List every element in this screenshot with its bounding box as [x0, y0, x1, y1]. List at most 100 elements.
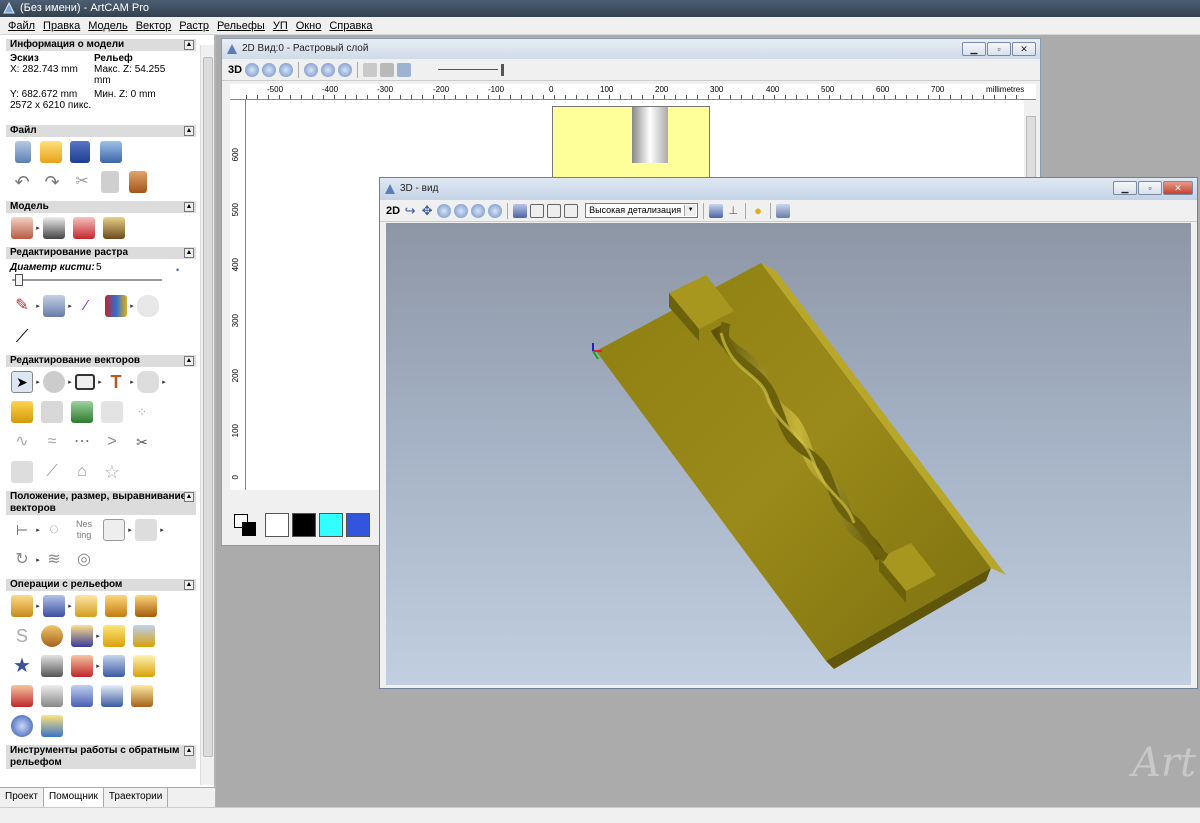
position-section-header[interactable]: Положение, размер, выравнивание векторов…: [6, 491, 196, 515]
menu-raster[interactable]: Растр: [175, 20, 213, 32]
trim-icon[interactable]: ✂: [131, 431, 153, 453]
text-tool-icon[interactable]: T: [105, 371, 127, 393]
copy-icon[interactable]: [101, 171, 119, 193]
relief-column-icon[interactable]: [41, 685, 63, 707]
color-palette-icon[interactable]: [105, 295, 127, 317]
palette-swatch-white[interactable]: [265, 513, 289, 537]
brush-slider-thumb[interactable]: [15, 274, 23, 286]
fill-bucket-icon[interactable]: [43, 295, 65, 317]
relief-knife-icon[interactable]: [101, 685, 123, 707]
paint-pen-icon[interactable]: ✎: [11, 295, 33, 317]
zoom-in-icon[interactable]: [245, 62, 260, 77]
primary-secondary-color-icon[interactable]: [232, 512, 262, 538]
dropdown-arrow-icon[interactable]: ▸: [161, 378, 167, 386]
maximize-icon[interactable]: ▫: [1138, 181, 1162, 195]
dropdown-arrow-icon[interactable]: ▸: [35, 602, 41, 610]
menu-vector[interactable]: Вектор: [132, 20, 176, 32]
plane-icon[interactable]: [43, 595, 65, 617]
mirror-icon[interactable]: ⌂: [71, 461, 93, 483]
close-icon[interactable]: ✕: [1012, 42, 1036, 56]
picture-icon[interactable]: [103, 217, 125, 239]
spiral-icon[interactable]: ◎: [73, 549, 95, 571]
undo-icon[interactable]: ↶: [11, 171, 33, 193]
smooth-icon[interactable]: ≈: [41, 431, 63, 453]
relief-ops-header[interactable]: Операции с рельефом ▲: [6, 579, 196, 591]
collapse-icon[interactable]: ▲: [184, 580, 194, 590]
cut-icon[interactable]: ✂: [71, 171, 93, 193]
viewport-3d[interactable]: [386, 223, 1191, 685]
window-3d-titlebar[interactable]: 3D - вид ▁ ▫ ✕: [380, 178, 1197, 200]
dropdown-arrow-icon[interactable]: ▸: [127, 526, 133, 534]
star-icon[interactable]: ☆: [101, 461, 123, 483]
menu-toolpaths[interactable]: УП: [269, 20, 292, 32]
shape-editor-icon[interactable]: [11, 595, 33, 617]
shade-icon[interactable]: [397, 62, 412, 77]
collapse-icon[interactable]: ▲: [184, 40, 194, 50]
panel-scrollbar-thumb[interactable]: [203, 57, 213, 757]
palette-swatch-cyan[interactable]: [319, 513, 343, 537]
panel-scrollbar[interactable]: [200, 45, 214, 785]
relief-combine-icon[interactable]: [135, 595, 157, 617]
line-draw-icon[interactable]: ⟋: [11, 325, 33, 347]
light-bulb-icon[interactable]: ●: [751, 203, 765, 218]
collapse-icon[interactable]: ▲: [184, 746, 194, 756]
zoom-box-icon[interactable]: [471, 203, 486, 218]
bitmap-to-vector-icon[interactable]: [71, 401, 93, 423]
render-settings-icon[interactable]: [709, 203, 724, 218]
close-icon[interactable]: ✕: [1163, 181, 1193, 195]
dropdown-arrow-icon[interactable]: ▸: [35, 526, 41, 534]
collapse-icon[interactable]: ▲: [184, 248, 194, 258]
new-file-icon[interactable]: [15, 141, 31, 163]
file-section-header[interactable]: Файл ▲: [6, 125, 196, 137]
side-view-icon[interactable]: [547, 203, 562, 218]
zoom-out-icon[interactable]: [454, 203, 469, 218]
contrast-slider-track[interactable]: [438, 69, 499, 70]
dropdown-arrow-icon[interactable]: ▸: [159, 526, 165, 534]
tab-toolpaths[interactable]: Траектории: [104, 788, 169, 807]
offset-vector-icon[interactable]: [101, 401, 123, 423]
redo-icon[interactable]: ↷: [41, 171, 63, 193]
relief-export-icon[interactable]: [41, 715, 63, 737]
eyedropper-icon[interactable]: ⁄: [75, 295, 97, 317]
raster-edit-header[interactable]: Редактирование растра ▲: [6, 247, 196, 259]
align-icon[interactable]: ⊢: [11, 519, 33, 541]
globe-icon[interactable]: [11, 715, 33, 737]
tab-assistant[interactable]: Помощник: [43, 788, 104, 807]
open-folder-icon[interactable]: [40, 141, 62, 163]
rotate-icon[interactable]: ↻: [11, 549, 33, 571]
relief-plane-icon[interactable]: [71, 685, 93, 707]
zoom-out-icon[interactable]: [262, 62, 277, 77]
window-2d-titlebar[interactable]: 2D Вид:0 - Растровый слой ▁ ▫ ✕: [222, 39, 1040, 59]
relief-add-icon[interactable]: [75, 595, 97, 617]
relief-star-icon[interactable]: ★: [11, 655, 33, 677]
face-icon[interactable]: [41, 655, 63, 677]
dropdown-arrow-icon[interactable]: ▸: [35, 302, 41, 310]
angle-icon[interactable]: >: [101, 431, 123, 453]
collapse-icon[interactable]: ▲: [184, 356, 194, 366]
wrap-icon[interactable]: ≋: [43, 549, 65, 571]
dropdown-arrow-icon[interactable]: ▸: [95, 632, 101, 640]
cloud-icon[interactable]: [137, 295, 159, 317]
detail-level-select[interactable]: Высокая детализация ▼: [585, 203, 699, 218]
curve-tool-icon[interactable]: [137, 371, 159, 393]
chevron-down-icon[interactable]: ▼: [684, 205, 697, 216]
relief-stack-icon[interactable]: [131, 685, 153, 707]
shape-icon[interactable]: [135, 519, 157, 541]
layer-tools-icon[interactable]: [363, 62, 378, 77]
dropdown-arrow-icon[interactable]: ▸: [67, 378, 73, 386]
minimize-icon[interactable]: ▁: [1113, 181, 1137, 195]
paste-icon[interactable]: [129, 171, 147, 193]
model-section-header[interactable]: Модель ▲: [6, 201, 196, 213]
dropdown-arrow-icon[interactable]: ▸: [67, 602, 73, 610]
brush-slider-track[interactable]: [12, 279, 162, 281]
vector-edit-header[interactable]: Редактирование векторов ▲: [6, 355, 196, 367]
switch-to-3d-button[interactable]: 3D: [228, 64, 242, 76]
collapse-icon[interactable]: ▲: [184, 492, 194, 502]
save-icon[interactable]: [70, 141, 90, 163]
trophy-icon[interactable]: [103, 625, 125, 647]
menu-window[interactable]: Окно: [292, 20, 326, 32]
dropdown-arrow-icon[interactable]: ▸: [97, 378, 103, 386]
raster-bitmap[interactable]: [552, 106, 710, 178]
join-icon[interactable]: ⋯: [71, 431, 93, 453]
nesting-icon[interactable]: Nes ting: [73, 519, 95, 541]
